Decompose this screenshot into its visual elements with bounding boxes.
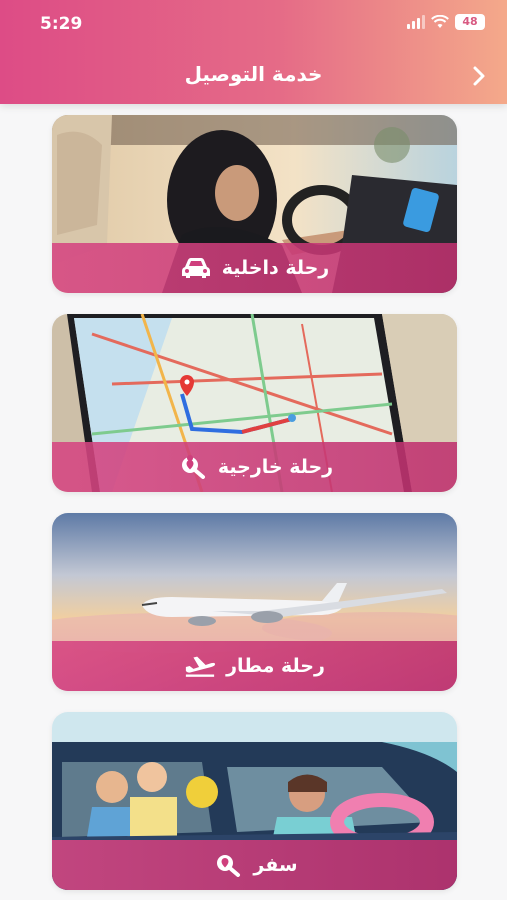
signal-icon	[407, 15, 425, 29]
airplane-takeoff-icon	[184, 654, 216, 678]
status-icons: 48	[407, 14, 485, 30]
card-airport-trip[interactable]: رحلة مطار	[52, 513, 457, 691]
back-button[interactable]	[465, 62, 493, 90]
card-band: رحلة مطار	[52, 641, 457, 691]
app-header: 5:29 48 خدمة التوصيل	[0, 0, 507, 104]
card-internal-trip[interactable]: رحلة داخلية	[52, 115, 457, 293]
status-time: 5:29	[40, 14, 83, 34]
card-band: سفر	[52, 840, 457, 890]
car-icon	[180, 256, 212, 280]
location-search-icon	[211, 853, 243, 877]
card-label: رحلة خارجية	[217, 456, 334, 478]
wifi-icon	[431, 15, 449, 28]
card-band: رحلة خارجية	[52, 442, 457, 492]
battery-icon: 48	[455, 14, 485, 30]
card-travel[interactable]: سفر	[52, 712, 457, 890]
card-band: رحلة داخلية	[52, 243, 457, 293]
location-search-icon	[176, 455, 208, 479]
card-label: رحلة داخلية	[221, 257, 330, 279]
card-external-trip[interactable]: رحلة خارجية	[52, 314, 457, 492]
card-label: رحلة مطار	[226, 655, 325, 677]
chevron-right-icon	[473, 66, 485, 86]
page-title: خدمة التوصيل	[184, 62, 323, 86]
card-label: سفر	[253, 854, 298, 876]
